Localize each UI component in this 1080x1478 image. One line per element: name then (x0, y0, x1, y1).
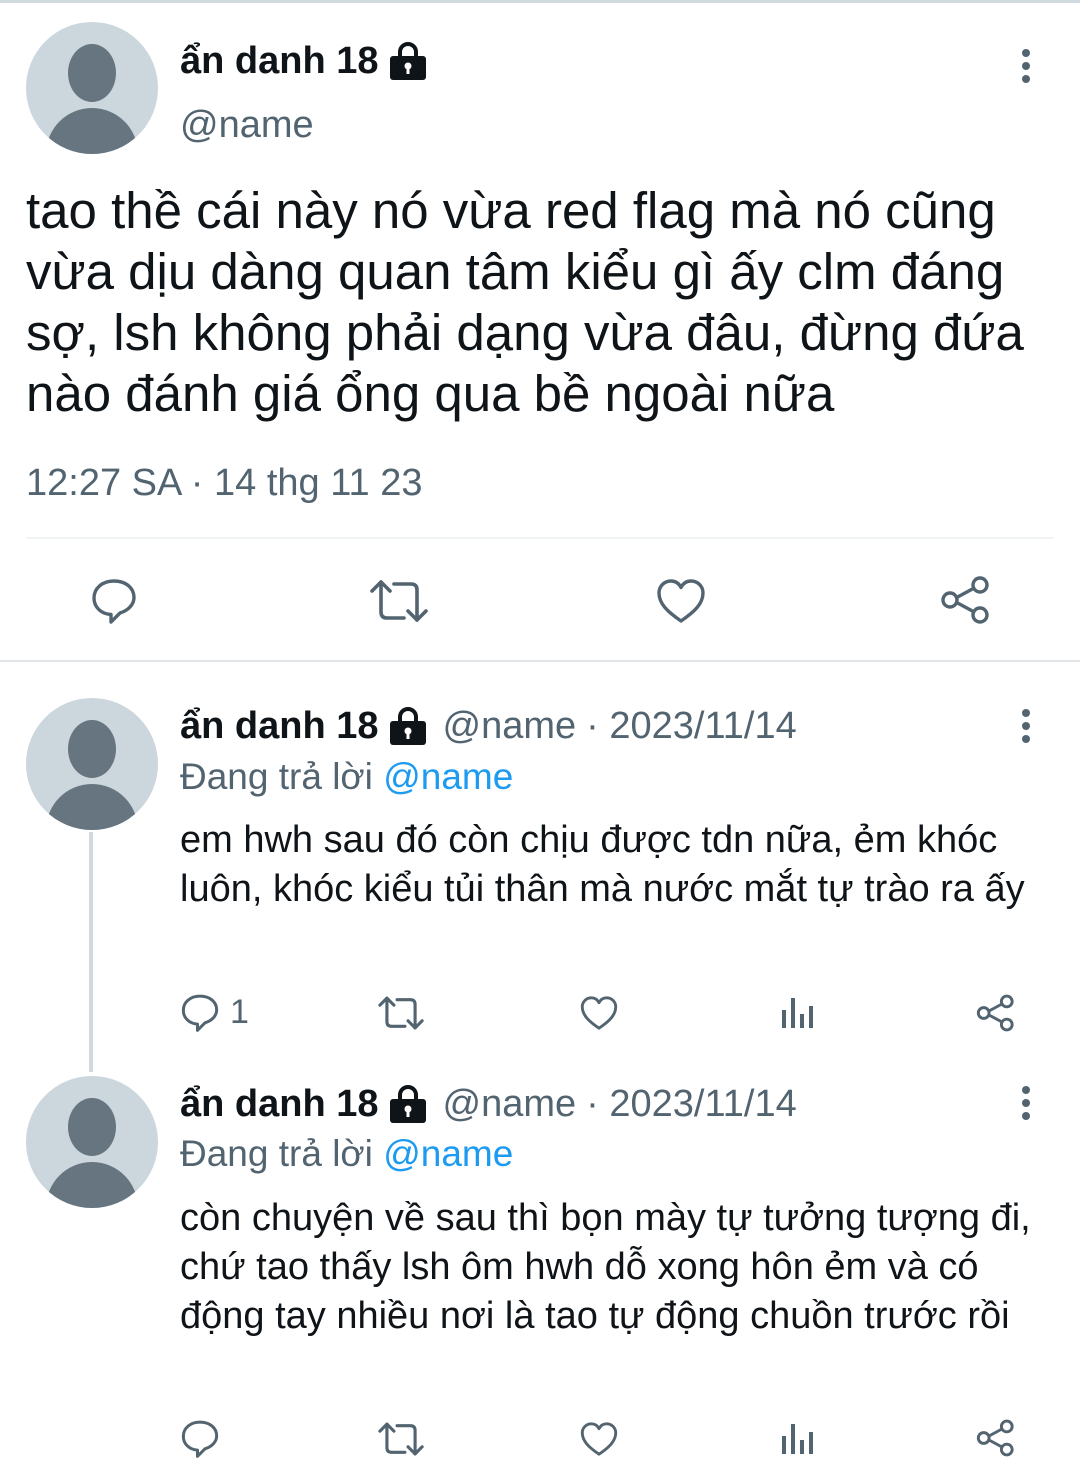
tweet-text: em hwh sau đó còn chịu được tdn nữa, ẻm … (180, 819, 1025, 910)
author-name-row: ẩn danh 18 @name · 2023/11/14 (180, 705, 797, 748)
share-button[interactable] (976, 993, 1016, 1033)
more-options-icon[interactable] (1011, 46, 1041, 86)
like-button[interactable] (580, 1421, 618, 1457)
more-options-icon[interactable] (1011, 706, 1041, 746)
thread-connector (89, 832, 93, 1072)
lock-icon (389, 41, 426, 80)
views-button[interactable] (780, 996, 814, 1030)
main-tweet[interactable]: ẩn danh 18 @name tao thề cái này nó vừa … (0, 0, 1080, 662)
share-button[interactable] (940, 574, 992, 626)
reply-icon (92, 579, 136, 624)
retweet-icon (378, 1422, 424, 1456)
handle[interactable]: @name (443, 705, 577, 748)
handle[interactable]: @name (180, 104, 314, 147)
share-icon (976, 1419, 1014, 1457)
replying-to-line: Đang trả lời @name (180, 756, 513, 798)
analytics-icon (782, 998, 813, 1028)
reply-count: 1 (230, 992, 249, 1031)
replying-to-label: Đang trả lời (180, 756, 373, 797)
divider (26, 537, 1054, 539)
display-name[interactable]: ẩn danh 18 (180, 40, 379, 83)
views-button[interactable] (780, 1422, 814, 1456)
replying-to-label: Đang trả lời (180, 1133, 373, 1174)
like-button[interactable] (656, 578, 706, 624)
replying-to-line: Đang trả lời @name (180, 1133, 513, 1175)
handle[interactable]: @name (443, 1083, 577, 1126)
tweet-text: còn chuyện về sau thì bọn mày tự tưởng t… (180, 1197, 1031, 1337)
lock-icon (389, 1084, 426, 1123)
avatar[interactable] (26, 22, 158, 154)
author-name-row: ẩn danh 18 (180, 40, 429, 83)
share-icon (976, 994, 1014, 1032)
share-icon (941, 576, 989, 624)
more-options-icon[interactable] (1011, 1083, 1041, 1123)
lock-icon (389, 706, 426, 745)
replying-to-handle[interactable]: @name (383, 1133, 513, 1174)
analytics-icon (782, 1424, 813, 1454)
tweet-date: · 2023/11/14 (586, 705, 797, 747)
reply-icon (181, 994, 219, 1032)
section-divider (0, 660, 1080, 662)
like-icon (657, 579, 705, 623)
avatar[interactable] (26, 1076, 158, 1208)
author-name-row: ẩn danh 18 @name · 2023/11/14 (180, 1083, 797, 1126)
tweet-date: · 2023/11/14 (586, 1083, 797, 1125)
display-name[interactable]: ẩn danh 18 (180, 1083, 379, 1126)
like-button[interactable] (580, 995, 618, 1031)
tweet-timestamp[interactable]: 12:27 SA · 14 thg 11 23 (26, 462, 423, 505)
retweet-button[interactable] (370, 578, 428, 624)
like-icon (580, 996, 618, 1030)
retweet-button[interactable] (378, 995, 424, 1031)
tweet-text: tao thề cái này nó vừa red flag mà nó cũ… (26, 182, 1024, 422)
reply-button[interactable]: 1 (180, 992, 249, 1032)
share-button[interactable] (976, 1418, 1016, 1458)
like-icon (580, 1422, 618, 1456)
display-name[interactable]: ẩn danh 18 (180, 705, 379, 748)
avatar[interactable] (26, 698, 158, 830)
retweet-button[interactable] (378, 1421, 424, 1457)
retweet-icon (378, 996, 424, 1030)
replying-to-handle[interactable]: @name (383, 756, 513, 797)
reply-button[interactable] (90, 576, 138, 624)
reply-button[interactable] (180, 1418, 220, 1458)
retweet-icon (370, 580, 428, 622)
reply-icon (181, 1420, 219, 1458)
